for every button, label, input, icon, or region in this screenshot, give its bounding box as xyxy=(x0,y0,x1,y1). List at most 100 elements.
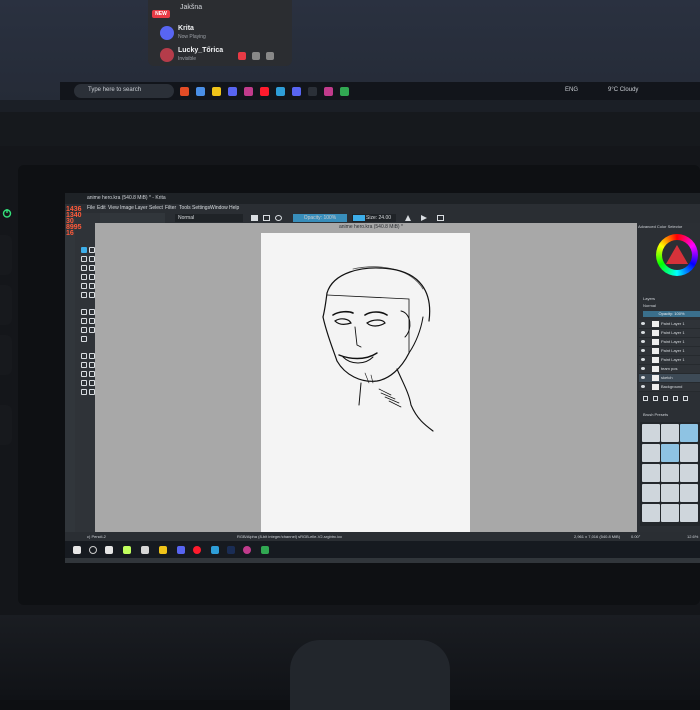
brush-preset[interactable] xyxy=(661,444,679,462)
menu-settings[interactable]: Settings xyxy=(192,205,210,211)
menu-select[interactable]: Select xyxy=(149,205,163,211)
visibility-eye-icon[interactable] xyxy=(641,349,645,352)
tool-icon[interactable] xyxy=(81,336,87,342)
menu-image[interactable]: Image xyxy=(120,205,134,211)
blend-mode-select[interactable]: Normal xyxy=(175,214,243,222)
brush-preset[interactable] xyxy=(661,504,679,522)
tool-icon[interactable] xyxy=(81,274,87,280)
tool-icon[interactable] xyxy=(81,256,87,262)
express-key[interactable] xyxy=(0,285,12,325)
discord-row-krita[interactable]: Krita Now Playing xyxy=(148,24,292,44)
brush-preset[interactable] xyxy=(680,504,698,522)
brush-preset[interactable] xyxy=(642,464,660,482)
reload-preset-icon[interactable] xyxy=(275,215,282,221)
app-icon[interactable] xyxy=(308,87,317,96)
duplicate-layer-icon[interactable] xyxy=(653,396,658,401)
app-icon[interactable] xyxy=(211,546,219,554)
layer-row[interactable]: Background xyxy=(639,383,700,392)
task-view-icon[interactable] xyxy=(105,546,113,554)
brush-preset[interactable] xyxy=(661,424,679,442)
language-indicator[interactable]: ENG xyxy=(565,87,578,93)
discord-icon[interactable] xyxy=(177,546,185,554)
weather-widget[interactable]: 9°C Cloudy xyxy=(608,87,638,93)
layer-row[interactable]: Paint Layer 1 xyxy=(639,338,700,347)
settings-icon[interactable] xyxy=(266,52,274,60)
zoom-tool-icon[interactable] xyxy=(81,389,87,395)
search-icon[interactable] xyxy=(89,546,97,554)
visibility-eye-icon[interactable] xyxy=(641,367,645,370)
tool-icon[interactable] xyxy=(81,292,87,298)
drawing-canvas[interactable] xyxy=(261,233,470,532)
menu-tools[interactable]: Tools xyxy=(179,205,191,211)
visibility-eye-icon[interactable] xyxy=(641,322,645,325)
discord-icon[interactable] xyxy=(228,87,237,96)
folder-icon[interactable] xyxy=(212,87,221,96)
tool-icon[interactable] xyxy=(81,371,87,377)
layer-opacity-slider[interactable]: Opacity: 100% xyxy=(643,311,700,317)
app-icon[interactable] xyxy=(276,87,285,96)
tool-icon[interactable] xyxy=(81,283,87,289)
visibility-eye-icon[interactable] xyxy=(641,385,645,388)
tool-icon[interactable] xyxy=(81,265,87,271)
document-tab[interactable]: anime hero.kra (540.8 MiB) * xyxy=(339,224,403,230)
app-icon[interactable] xyxy=(292,87,301,96)
freehand-brush-tool[interactable] xyxy=(81,247,87,253)
app-icon[interactable] xyxy=(123,546,131,554)
status-zoom[interactable]: 12.6% xyxy=(687,534,698,539)
warning-icon[interactable] xyxy=(405,215,411,221)
brush-preset[interactable] xyxy=(680,464,698,482)
brush-preset[interactable] xyxy=(680,484,698,502)
brush-preset[interactable] xyxy=(680,424,698,442)
brush-preset[interactable] xyxy=(661,484,679,502)
menu-view[interactable]: View xyxy=(108,205,119,211)
tool-icon[interactable] xyxy=(81,362,87,368)
express-key[interactable] xyxy=(0,335,12,375)
app-icon[interactable] xyxy=(261,546,269,554)
visibility-eye-icon[interactable] xyxy=(641,358,645,361)
app-icon[interactable] xyxy=(196,87,205,96)
tool-icon[interactable] xyxy=(81,353,87,359)
folder-icon[interactable] xyxy=(159,546,167,554)
status-rotation[interactable]: 0.00° xyxy=(631,534,640,539)
visibility-eye-icon[interactable] xyxy=(641,331,645,334)
express-key[interactable] xyxy=(0,235,12,275)
layer-row[interactable]: Paint Layer 1 xyxy=(639,320,700,329)
layer-row[interactable]: Paint Layer 1 xyxy=(639,329,700,338)
layer-row[interactable]: Paint Layer 1 xyxy=(639,356,700,365)
tool-icon[interactable] xyxy=(81,380,87,386)
app-icon[interactable] xyxy=(141,546,149,554)
brush-preset[interactable] xyxy=(642,504,660,522)
crop-icon[interactable] xyxy=(437,215,444,221)
app-icon[interactable] xyxy=(340,87,349,96)
layer-blend-mode[interactable]: Normal xyxy=(643,303,656,308)
brush-preset[interactable] xyxy=(661,464,679,482)
brush-preset[interactable] xyxy=(642,424,660,442)
tool-icon[interactable] xyxy=(81,327,87,333)
visibility-eye-icon[interactable] xyxy=(641,340,645,343)
layer-row[interactable]: Paint Layer 1 xyxy=(639,347,700,356)
opera-icon[interactable] xyxy=(193,546,201,554)
premiere-icon[interactable] xyxy=(227,546,235,554)
menu-file[interactable]: File xyxy=(87,205,95,211)
alpha-lock-icon[interactable] xyxy=(263,215,270,221)
menu-help[interactable]: Help xyxy=(229,205,239,211)
play-icon[interactable] xyxy=(421,215,427,221)
power-icon[interactable] xyxy=(2,208,12,218)
express-key[interactable] xyxy=(0,405,12,445)
move-layer-down-icon[interactable] xyxy=(663,396,668,401)
krita-icon[interactable] xyxy=(324,87,333,96)
eraser-icon[interactable] xyxy=(251,215,258,221)
menu-edit[interactable]: Edit xyxy=(97,205,106,211)
app-icon[interactable] xyxy=(180,87,189,96)
opera-icon[interactable] xyxy=(260,87,269,96)
brush-preset[interactable] xyxy=(642,484,660,502)
tool-icon[interactable] xyxy=(81,309,87,315)
opacity-slider[interactable]: Opacity: 100% xyxy=(293,214,347,222)
move-layer-up-icon[interactable] xyxy=(673,396,678,401)
mute-icon[interactable] xyxy=(238,52,246,60)
brush-preset[interactable] xyxy=(642,444,660,462)
headphones-icon[interactable] xyxy=(252,52,260,60)
tool-icon[interactable] xyxy=(81,318,87,324)
color-triangle[interactable] xyxy=(666,245,688,264)
visibility-eye-icon[interactable] xyxy=(641,376,645,379)
